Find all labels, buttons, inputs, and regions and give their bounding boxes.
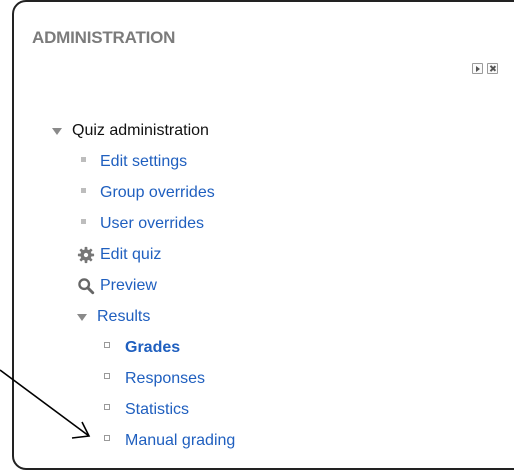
tree-item-label[interactable]: Grades bbox=[125, 338, 180, 358]
tree-item-label: Quiz administration bbox=[72, 122, 209, 139]
close-icon[interactable] bbox=[487, 63, 498, 74]
bullet-icon bbox=[81, 156, 86, 162]
tree-item-responses[interactable]: Responses bbox=[104, 369, 205, 389]
tree-item-label[interactable]: Responses bbox=[125, 369, 205, 389]
tree-item-label[interactable]: Preview bbox=[100, 276, 157, 296]
tree-item-label[interactable]: Edit settings bbox=[100, 152, 187, 172]
administration-block bbox=[12, 0, 514, 470]
tree-item-grades[interactable]: Grades bbox=[104, 338, 180, 358]
tree-item-label[interactable]: Group overrides bbox=[100, 183, 215, 203]
bullet-icon bbox=[104, 342, 110, 348]
magnifier-icon bbox=[78, 278, 95, 295]
chevron-down-icon bbox=[52, 127, 62, 135]
block-title: ADMINISTRATION bbox=[32, 28, 176, 47]
dock-icon[interactable] bbox=[472, 63, 483, 74]
tree-item-statistics[interactable]: Statistics bbox=[104, 400, 189, 420]
chevron-down-icon bbox=[77, 313, 87, 321]
tree-item-manual-grading[interactable]: Manual grading bbox=[104, 431, 235, 451]
tree-item-label[interactable]: Statistics bbox=[125, 400, 189, 420]
tree-item-user-overrides[interactable]: User overrides bbox=[81, 214, 204, 234]
tree-item-quiz-administration[interactable]: Quiz administration bbox=[52, 121, 209, 141]
bullet-icon bbox=[81, 218, 86, 224]
tree-item-label[interactable]: Manual grading bbox=[125, 431, 235, 451]
tree-item-label[interactable]: User overrides bbox=[100, 214, 204, 234]
block-controls bbox=[472, 63, 498, 74]
tree-item-label[interactable]: Edit quiz bbox=[100, 245, 161, 265]
tree-item-preview[interactable]: Preview bbox=[77, 276, 157, 296]
gear-icon bbox=[77, 246, 95, 264]
tree-item-edit-quiz[interactable]: Edit quiz bbox=[77, 245, 161, 265]
bullet-icon bbox=[104, 373, 110, 379]
tree-item-results[interactable]: Results bbox=[77, 307, 150, 327]
bullet-icon bbox=[81, 187, 86, 193]
bullet-icon bbox=[104, 404, 110, 410]
tree-item-label[interactable]: Results bbox=[97, 307, 150, 327]
tree-item-edit-settings[interactable]: Edit settings bbox=[81, 152, 187, 172]
bullet-icon bbox=[104, 435, 110, 441]
tree-item-group-overrides[interactable]: Group overrides bbox=[81, 183, 215, 203]
